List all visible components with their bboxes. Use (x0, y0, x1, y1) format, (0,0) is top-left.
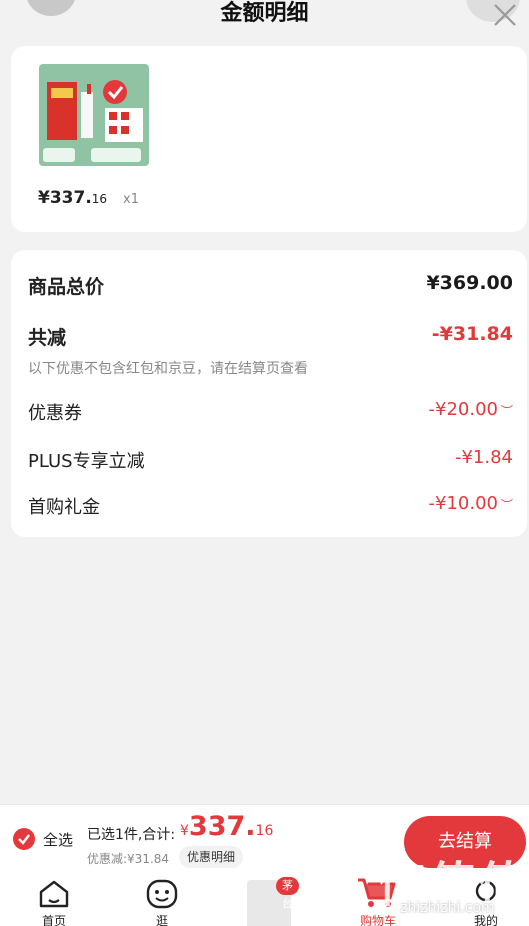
goods-total-row: 商品总价 ¥369.00 (28, 272, 513, 298)
total-currency: ¥ (180, 823, 189, 839)
total-price: ¥337.16 (180, 811, 273, 842)
select-all-checkbox[interactable] (13, 828, 35, 850)
firstbuy-row[interactable]: 首购礼金 -¥10.00 ︶ (28, 493, 513, 519)
close-icon[interactable] (491, 1, 519, 29)
coupon-value: -¥20.00 (428, 399, 498, 420)
tab-home-label: 首页 (41, 914, 66, 926)
goods-total-value: ¥369.00 (426, 272, 513, 294)
firstbuy-value-wrap: -¥10.00 ︶ (429, 493, 514, 514)
total-main: 337. (188, 811, 256, 842)
page-title: 金额明细 (220, 1, 309, 26)
plus-label: PLUS专享立减 (28, 451, 145, 472)
promo-badge: 茅台 (276, 877, 299, 910)
product-card: ¥337.16 x1 (11, 46, 527, 232)
header: 金额明细 (0, 0, 529, 40)
plus-value: -¥1.84 (454, 447, 513, 468)
total-reduction-label: 共减 (28, 327, 67, 349)
discount-note: 以下优惠不包含红包和京豆，请在结算页查看 (28, 361, 308, 377)
total-reduction-row: 共减 -¥31.84 (28, 323, 513, 349)
goods-total-label: 商品总价 (28, 276, 105, 298)
coupon-label: 优惠券 (28, 403, 82, 424)
tab-home[interactable]: 首页 (14, 872, 94, 926)
select-all-label[interactable]: 全选 (43, 829, 73, 850)
product-quantity: x1 (123, 192, 139, 207)
plus-row: PLUS专享立减 -¥1.84 (28, 447, 513, 473)
discount-detail-button[interactable]: 优惠明细 (179, 846, 244, 868)
tab-browse-label: 逛 (155, 914, 168, 926)
product-price-main: ¥337. (38, 188, 92, 208)
check-icon (18, 834, 30, 845)
product-price-cents: 16 (91, 192, 108, 206)
chevron-down-icon[interactable]: ︶ (501, 404, 513, 418)
face-icon (146, 879, 178, 909)
total-reduction-value: -¥31.84 (431, 323, 513, 345)
coupon-row[interactable]: 优惠券 -¥20.00 ︶ (28, 399, 513, 425)
summary-card: 商品总价 ¥369.00 共减 -¥31.84 以下优惠不包含红包和京豆，请在结… (11, 250, 527, 537)
firstbuy-value: -¥10.00 (428, 493, 498, 514)
chevron-down-icon[interactable]: ︶ (501, 498, 513, 512)
firstbuy-label: 首购礼金 (28, 497, 100, 518)
selected-info: 已选1件,合计: (87, 827, 176, 843)
total-cents: 16 (255, 823, 274, 839)
tab-browse[interactable]: 逛 (122, 872, 202, 926)
coupon-value-wrap: -¥20.00 ︶ (429, 399, 514, 420)
product-price: ¥337.16 (38, 188, 107, 208)
discount-line: 优惠减:¥31.84 (87, 852, 170, 866)
home-icon (39, 880, 69, 908)
watermark-url: zhizhizhi.com (400, 900, 495, 916)
